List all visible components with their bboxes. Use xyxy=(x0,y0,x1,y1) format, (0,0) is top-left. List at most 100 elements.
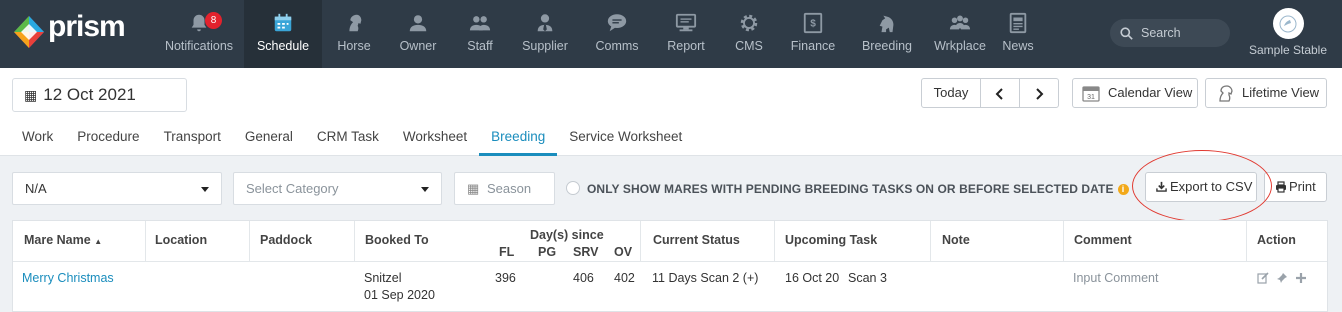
nav-wrkplace[interactable]: Wrkplace xyxy=(928,0,992,68)
stable-logo-icon xyxy=(1279,15,1297,32)
svg-text:$: $ xyxy=(810,19,816,30)
tab-crm-task[interactable]: CRM Task xyxy=(305,123,391,156)
col-divider xyxy=(354,221,355,261)
main-nav: 8 Notifications Schedule Horse Owner Sta… xyxy=(154,0,1044,68)
tab-transport[interactable]: Transport xyxy=(152,123,233,156)
nav-report[interactable]: Report xyxy=(654,0,718,68)
avatar xyxy=(1272,8,1304,39)
lifetime-view-button[interactable]: Lifetime View xyxy=(1205,78,1327,108)
booked-to-stallion: Snitzel xyxy=(364,271,402,285)
nav-notifications[interactable]: 8 Notifications xyxy=(154,0,244,68)
chevron-right-icon xyxy=(1036,88,1044,100)
pending-tasks-text: ONLY SHOW MARES WITH PENDING BREEDING TA… xyxy=(587,182,1114,196)
prism-logo[interactable]: prism xyxy=(12,10,142,52)
col-header-action: Action xyxy=(1257,233,1296,247)
comment-input[interactable]: Input Comment xyxy=(1073,269,1158,287)
nav-label: Breeding xyxy=(861,39,913,53)
people-icon xyxy=(469,16,491,31)
tab-procedure[interactable]: Procedure xyxy=(65,123,151,156)
info-icon[interactable]: i xyxy=(1117,184,1129,195)
current-status: 11 Days Scan 2 (+) xyxy=(652,271,759,285)
news-icon xyxy=(1009,12,1027,34)
workplace-icon xyxy=(949,15,971,30)
nav-breeding[interactable]: Breeding xyxy=(846,0,928,68)
tab-breeding[interactable]: Breeding xyxy=(479,123,558,156)
location-select[interactable]: N/A xyxy=(12,172,222,205)
season-input[interactable]: ▦ Season xyxy=(454,172,555,205)
calendar-view-button[interactable]: 31 Calendar View xyxy=(1072,78,1198,108)
location-value: N/A xyxy=(25,181,47,196)
horse-head-icon xyxy=(349,14,362,32)
col-header-paddock: Paddock xyxy=(260,233,313,247)
chevron-left-icon xyxy=(995,88,1003,100)
category-select[interactable]: Select Category xyxy=(233,172,442,205)
nav-supplier[interactable]: Supplier xyxy=(510,0,580,68)
caret-down-icon xyxy=(421,187,429,192)
today-button[interactable]: Today xyxy=(921,78,981,108)
lifetime-view-label: Lifetime View xyxy=(1242,85,1320,100)
nav-comms[interactable]: Comms xyxy=(580,0,654,68)
col-header-comment: Comment xyxy=(1074,233,1132,247)
col-header-current-status: Current Status xyxy=(653,233,740,247)
supplier-icon xyxy=(537,14,553,32)
days-srv: 406 xyxy=(573,271,594,285)
booked-to-date: 01 Sep 2020 xyxy=(364,288,435,302)
tab-worksheet[interactable]: Worksheet xyxy=(391,123,479,156)
nav-cms[interactable]: CMS xyxy=(718,0,780,68)
tab-general[interactable]: General xyxy=(233,123,305,156)
nav-label: Report xyxy=(667,39,705,53)
prev-button[interactable] xyxy=(980,78,1020,108)
col-header-srv: SRV xyxy=(573,245,599,259)
print-button[interactable]: Print xyxy=(1264,172,1327,202)
prism-logo-icon xyxy=(14,16,44,48)
upcoming-date: 16 Oct 20 xyxy=(785,271,840,285)
search-input[interactable]: Search xyxy=(1110,19,1230,47)
col-divider xyxy=(249,221,250,261)
dollar-icon: $ xyxy=(803,12,823,34)
col-header-note: Note xyxy=(942,233,970,247)
nav-staff[interactable]: Staff xyxy=(450,0,510,68)
next-button[interactable] xyxy=(1019,78,1059,108)
upcoming-task: Scan 3 xyxy=(848,271,887,285)
nav-label: CMS xyxy=(735,39,763,53)
tab-service-worksheet[interactable]: Service Worksheet xyxy=(557,123,694,156)
nav-owner[interactable]: Owner xyxy=(386,0,450,68)
col-header-label: Mare Name xyxy=(24,233,91,247)
schedule-tabs: Work Procedure Transport General CRM Tas… xyxy=(12,123,694,156)
tab-work[interactable]: Work xyxy=(12,123,65,156)
print-label: Print xyxy=(1289,179,1316,194)
col-header-location: Location xyxy=(155,233,208,247)
nav-label: Notifications xyxy=(164,39,234,53)
col-header-booked-to: Booked To xyxy=(365,233,429,247)
col-header-fl: FL xyxy=(499,245,515,259)
category-placeholder: Select Category xyxy=(246,181,339,196)
col-divider xyxy=(774,221,775,261)
schedule-header: ▦ 12 Oct 2021 Today 31 Calendar View Life… xyxy=(0,68,1342,156)
col-divider xyxy=(930,221,931,261)
nav-news[interactable]: News xyxy=(992,0,1044,68)
pin-icon[interactable] xyxy=(1276,272,1288,284)
user-menu[interactable]: Sample Stable xyxy=(1246,8,1330,57)
printer-icon xyxy=(1276,181,1286,193)
gear-icon xyxy=(740,14,758,32)
mare-name-link[interactable]: Merry Christmas xyxy=(22,269,114,287)
nav-finance[interactable]: $ Finance xyxy=(780,0,846,68)
horse-head-icon xyxy=(1219,85,1233,102)
nav-schedule[interactable]: Schedule xyxy=(244,0,322,68)
top-navbar: prism 8 Notifications Schedule Horse Own… xyxy=(0,0,1342,68)
edit-icon[interactable] xyxy=(1257,272,1269,284)
col-header-mare-name[interactable]: Mare Name ▲ xyxy=(24,233,102,247)
header-divider xyxy=(13,261,1327,262)
horse-icon xyxy=(879,15,894,33)
date-picker[interactable]: ▦ 12 Oct 2021 xyxy=(12,78,187,112)
caret-down-icon xyxy=(201,187,209,192)
calendar-view-label: Calendar View xyxy=(1108,85,1193,100)
search-icon xyxy=(1120,27,1133,40)
plus-icon[interactable] xyxy=(1295,272,1307,284)
pending-tasks-radio[interactable] xyxy=(566,181,580,195)
row-actions xyxy=(1257,269,1307,284)
calendar-small-icon: ▦ xyxy=(467,181,480,196)
sort-asc-icon: ▲ xyxy=(94,237,103,246)
nav-label: Owner xyxy=(399,39,437,53)
nav-horse[interactable]: Horse xyxy=(322,0,386,68)
